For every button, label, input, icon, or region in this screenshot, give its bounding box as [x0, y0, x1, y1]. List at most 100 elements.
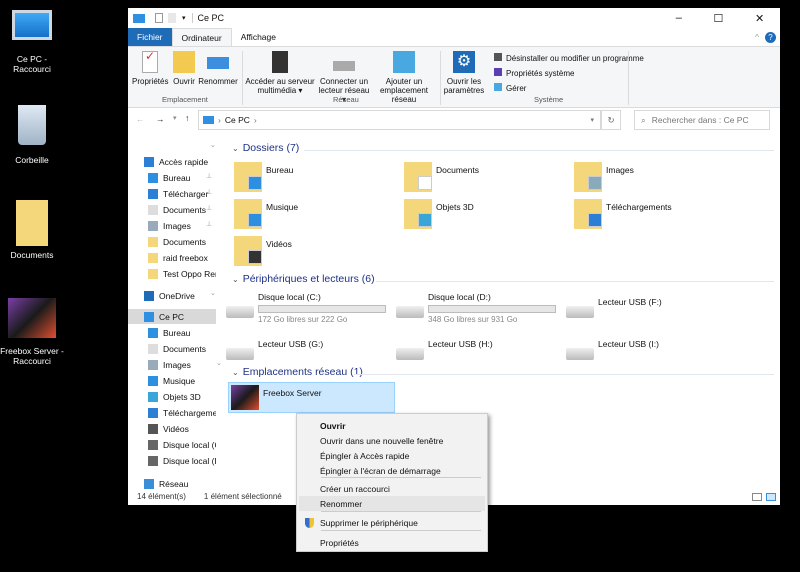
drive-item[interactable]: Disque local (D:) 348 Go libres sur 931 G… [396, 292, 556, 324]
folder-icon [574, 199, 602, 229]
desktop-label: Corbeille [15, 155, 49, 165]
nav-pc-item[interactable]: Musique [148, 373, 216, 388]
details-view-button[interactable] [752, 492, 762, 501]
ouvrir-parametres-button[interactable]: ⚙ Ouvrir les paramètres [442, 51, 486, 95]
recent-dropdown[interactable]: ▾ [173, 114, 177, 122]
drive-item[interactable]: Disque local (C:) 172 Go libres sur 222 G… [226, 292, 386, 324]
desinstaller-link[interactable]: Désinstaller ou modifier un programme [494, 51, 644, 66]
pin-icon: ⊥ [206, 189, 213, 196]
folder-overlay-icon [588, 213, 602, 227]
up-button[interactable]: ↑ [185, 113, 189, 123]
tab-ordinateur[interactable]: Ordinateur [171, 28, 232, 46]
context-menu-item[interactable]: Supprimer le périphérique [299, 515, 485, 530]
button-label: Ouvrir les paramètres [443, 77, 485, 95]
collapse-ribbon-icon[interactable]: ^ [755, 32, 759, 42]
quick-item-icon [148, 236, 158, 247]
nav-quick-item[interactable]: Test Oppo Ren [148, 266, 216, 281]
computer-shortcut-icon [12, 10, 52, 40]
close-button[interactable]: ✕ [755, 12, 764, 25]
nav-label: Documents [163, 204, 206, 215]
folder-item[interactable]: Images [574, 162, 634, 192]
nav-pc-item[interactable]: Disque local (D [148, 453, 216, 468]
serveur-multimedia-button[interactable]: Accéder au serveur multimédia ▾ [244, 51, 316, 95]
nav-pc-item[interactable]: Objets 3D [148, 389, 216, 404]
minimize-button[interactable]: – [676, 12, 682, 25]
nav-ce-pc[interactable]: Ce PC [128, 309, 216, 324]
divider [242, 51, 243, 105]
collapse-chevron-icon: ⌄ [232, 144, 239, 153]
ajouter-emplacement-button[interactable]: Ajouter un emplacement réseau [372, 51, 436, 104]
folder-item[interactable]: Vidéos [234, 236, 292, 266]
quick-item-icon [148, 252, 158, 263]
nav-onedrive[interactable]: OneDrive [144, 288, 216, 303]
context-menu-item[interactable]: Ouvrir [299, 418, 485, 433]
button-label: Renommer [198, 77, 238, 86]
maximize-button[interactable]: ☐ [714, 12, 724, 25]
drive-item[interactable]: Lecteur USB (H:) [396, 334, 493, 360]
drive-name: Disque local (C:) [258, 292, 321, 302]
proprietes-systeme-link[interactable]: Propriétés système [494, 66, 644, 81]
drive-item[interactable]: Lecteur USB (F:) [566, 292, 662, 318]
tiles-view-button[interactable] [766, 492, 776, 501]
divider [628, 51, 629, 105]
address-bar[interactable]: › Ce PC › ▾ [198, 110, 601, 130]
context-menu-item[interactable]: Épingler à l'écran de démarrage [299, 463, 485, 478]
collapse-chevron-icon[interactable]: ⌄ [210, 289, 216, 297]
network-item-freebox[interactable]: Freebox Server [228, 382, 395, 413]
nav-pc-item[interactable]: Téléchargemer [148, 405, 216, 420]
divider [440, 51, 441, 105]
proprietes-button[interactable]: ✓ Propriétés [132, 50, 168, 86]
gerer-link[interactable]: Gérer [494, 81, 644, 96]
refresh-button[interactable]: ↻ [601, 110, 621, 130]
forward-button[interactable]: → [156, 114, 165, 124]
nav-quick-item[interactable]: Documents [148, 234, 216, 249]
customize-dropdown-icon[interactable]: ▾ [182, 14, 186, 22]
search-input[interactable]: ⌕ Rechercher dans : Ce PC [634, 110, 770, 130]
folders-section-header[interactable]: ⌄ Dossiers (7) [232, 142, 299, 154]
nav-pc-item[interactable]: Disque local (C [148, 437, 216, 452]
desktop-corbeille[interactable]: Corbeille [0, 105, 67, 165]
folder-overlay-icon [248, 213, 262, 227]
nav-pc-item[interactable]: Documents [148, 341, 216, 356]
drive-free-space: 172 Go libres sur 222 Go [258, 315, 348, 324]
group-label: Système [534, 95, 564, 104]
breadcrumb-ce-pc[interactable]: Ce PC [225, 115, 250, 125]
desktop-documents[interactable]: Documents [0, 200, 67, 260]
context-menu-item[interactable]: Propriétés [299, 535, 485, 550]
folder-item[interactable]: Téléchargements [574, 199, 672, 229]
network-section-header[interactable]: ⌄ Emplacements réseau (1) [232, 366, 363, 378]
folder-item[interactable]: Documents [404, 162, 479, 192]
back-button[interactable]: ← [136, 114, 145, 124]
folder-item[interactable]: Bureau [234, 162, 293, 192]
folder-item[interactable]: Musique [234, 199, 298, 229]
pc-item-icon [148, 391, 158, 402]
renommer-button[interactable]: Renommer [198, 51, 238, 86]
help-icon[interactable]: ? [765, 31, 776, 43]
drive-item[interactable]: Lecteur USB (I:) [566, 334, 659, 360]
folder-quick-icon[interactable] [168, 13, 176, 23]
context-menu-item[interactable]: Renommer [299, 496, 485, 511]
nav-pc-item[interactable]: Bureau [148, 325, 216, 340]
desktop-label: Documents [10, 250, 54, 260]
nav-acces-rapide[interactable]: Accès rapide [144, 154, 216, 169]
nav-pc-item[interactable]: Images [148, 357, 216, 372]
pin-icon: ⊥ [206, 205, 213, 212]
context-menu-item[interactable]: Créer un raccourci [299, 481, 485, 496]
folder-item[interactable]: Objets 3D [404, 199, 474, 229]
quick-item-icon [148, 220, 158, 231]
drive-item[interactable]: Lecteur USB (G:) [226, 334, 323, 360]
nav-pc-item[interactable]: Vidéos [148, 421, 216, 436]
address-dropdown-icon[interactable]: ▾ [590, 116, 594, 124]
recycle-bin-icon [18, 105, 46, 145]
tab-fichier[interactable]: Fichier [128, 28, 172, 46]
collapse-chevron-icon[interactable]: ⌄ [210, 141, 216, 149]
desktop-ce-pc[interactable]: Ce PC - Raccourci [0, 10, 67, 74]
context-menu-item[interactable]: Ouvrir dans une nouvelle fenêtre [299, 433, 485, 448]
context-menu-item[interactable]: Épingler à Accès rapide [299, 448, 485, 463]
properties-quick-icon[interactable] [155, 13, 163, 23]
nav-quick-item[interactable]: raid freebox [148, 250, 216, 265]
tab-affichage[interactable]: Affichage [232, 28, 285, 46]
drives-section-header[interactable]: ⌄ Périphériques et lecteurs (6) [232, 273, 375, 285]
ouvrir-button[interactable]: Ouvrir [170, 51, 198, 86]
desktop-freebox[interactable]: Freebox Server - Raccourci [0, 298, 67, 366]
